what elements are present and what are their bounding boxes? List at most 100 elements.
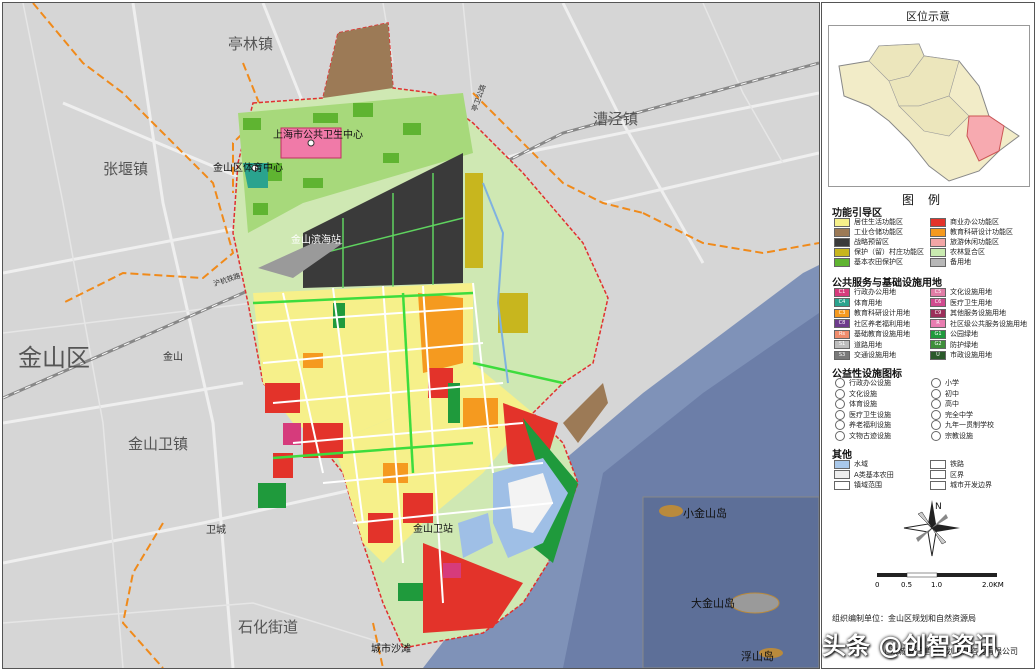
legend-label: 高中	[945, 400, 959, 408]
legend-item: 工业仓储功能区	[834, 227, 903, 237]
inset-title: 区位示意	[906, 10, 950, 23]
legend-item: 行政办公设施	[832, 378, 891, 388]
legend-swatch	[931, 409, 941, 420]
town-label-jinshan: 金山	[163, 352, 183, 363]
legend-swatch	[930, 480, 946, 490]
island-inset	[642, 496, 819, 668]
legend-item: G1 公园绿地	[930, 329, 978, 339]
legend-label: 其他服务设施用地	[950, 309, 1006, 317]
town-label-shihua: 石化街道	[238, 618, 299, 636]
legend-label: 铁路	[950, 460, 964, 468]
legend-label: 行政办公用地	[854, 288, 896, 296]
legend-swatch	[834, 459, 850, 469]
legend-label: 小学	[945, 379, 959, 387]
legend-swatch: C4	[834, 298, 850, 307]
legend-swatch	[834, 237, 850, 247]
legend-swatch	[931, 420, 941, 430]
legend-label: 宗教设施	[945, 431, 973, 440]
legend-swatch	[835, 378, 845, 388]
legend-label: 体育设施	[849, 400, 877, 408]
legend-swatch	[834, 227, 850, 237]
legend-swatch: C8	[834, 319, 850, 328]
island-label-big: 大金山岛	[691, 597, 735, 610]
legend-item: U 市政设施用地	[930, 350, 992, 360]
legend-swatch	[834, 217, 850, 227]
legend-item: 镇域范围	[834, 480, 882, 490]
legend-swatch: C6	[930, 298, 946, 307]
legend-label: 旅游休闲功能区	[950, 238, 999, 246]
north-arrow-icon: N	[903, 500, 960, 557]
legend-item: 教育科研设计功能区	[930, 227, 1013, 237]
legend-label: 文化设施	[849, 389, 877, 398]
legend-label: 备用地	[950, 258, 971, 266]
legend-swatch	[930, 227, 946, 237]
island-label-small: 小金山岛	[683, 507, 727, 520]
legend-swatch	[835, 420, 845, 430]
legend-swatch: C5	[930, 287, 946, 297]
legend-item: 文物古迹设施	[832, 430, 891, 441]
legend-item: 农林复合区	[930, 247, 985, 257]
legend-item: 高中	[928, 399, 959, 409]
legend-swatch	[931, 399, 941, 409]
town-label-jinshanwei: 金山卫镇	[128, 435, 189, 453]
legend-swatch	[930, 459, 946, 469]
legend-label: 居住生活功能区	[854, 218, 903, 226]
legend-swatch	[835, 409, 845, 420]
scale-label-3: 2.0KM	[982, 581, 1004, 589]
land-use-map	[3, 3, 819, 668]
legend-label: 水域	[854, 460, 868, 468]
town-label-tinglin: 亭林镇	[228, 35, 274, 53]
legend-item: C5 文化设施用地	[930, 287, 992, 297]
legend-item: C6 医疗卫生用地	[930, 298, 992, 308]
legend-swatch: S1	[834, 340, 850, 349]
legend-label: A类基本农田	[854, 470, 894, 479]
legend-item: S3 交通设施用地	[834, 350, 896, 360]
legend-swatch	[834, 480, 850, 490]
legend-label: 防护绿地	[950, 340, 978, 349]
legend-item: 完全中学	[928, 409, 973, 420]
legend-label: 文化设施用地	[950, 288, 992, 296]
legend-item: 区界	[930, 470, 964, 480]
town-label-zhangyan: 张堰镇	[103, 160, 149, 178]
legend-swatch	[834, 470, 850, 479]
place-label-wei-station: 金山卫站	[413, 524, 453, 535]
place-label-health-center: 上海市公共卫生中心	[273, 130, 363, 141]
place-label-sports-center: 金山区体育中心	[213, 163, 283, 174]
legend-swatch: U	[930, 350, 946, 360]
scale-label-0: 0	[875, 581, 879, 589]
legend-item: C8 社区养老福利用地	[834, 319, 910, 329]
legend-item: 备用地	[930, 257, 971, 267]
legend-swatch	[835, 388, 845, 399]
map-panel[interactable]: 亭林镇 漕泾镇 张堰镇 金山区 金山 金山卫镇 卫城 石化街道 上海市公共卫生中…	[2, 2, 820, 669]
legend-item: C4 体育用地	[834, 298, 882, 308]
town-label-caojing: 漕泾镇	[593, 110, 639, 128]
legend-item: 文化设施	[832, 388, 877, 399]
district-label-jinshan: 金山区	[18, 344, 90, 372]
legend-item: A类基本农田	[834, 470, 894, 480]
legend-item: C3 教育科研设计用地	[834, 308, 910, 318]
legend-item: 养老福利设施	[832, 420, 891, 430]
legend-swatch	[834, 257, 850, 267]
legend-swatch	[835, 399, 845, 409]
legend-label: 商业办公功能区	[950, 218, 999, 226]
legend-label: 医疗卫生用地	[950, 298, 992, 307]
legend-swatch: Rs	[834, 329, 850, 339]
legend-item: 城市开发边界	[930, 480, 992, 490]
legend-swatch: G1	[930, 329, 946, 339]
legend-item: 小学	[928, 378, 959, 388]
legend-label: 文物古迹设施	[849, 431, 891, 440]
legend-swatch: G2	[930, 340, 946, 349]
legend-swatch: S3	[834, 350, 850, 360]
org-line-1: 组织编制单位：金山区规划和自然资源局	[832, 614, 976, 623]
legend-item: 战略预留区	[834, 237, 889, 247]
legend-item: 旅游休闲功能区	[930, 237, 999, 247]
legend-label: 基础教育设施用地	[854, 330, 910, 338]
legend-item: S1 道路用地	[834, 340, 882, 350]
compass-letter: N	[935, 502, 942, 512]
island-label-fu: 浮山岛	[741, 650, 774, 663]
legend-label: 工业仓储功能区	[854, 228, 903, 236]
legend-swatch	[835, 430, 845, 441]
legend-item: 水域	[834, 459, 868, 469]
legend-label: 战略预留区	[854, 238, 889, 246]
legend-item: 基本农田保护区	[834, 257, 903, 267]
